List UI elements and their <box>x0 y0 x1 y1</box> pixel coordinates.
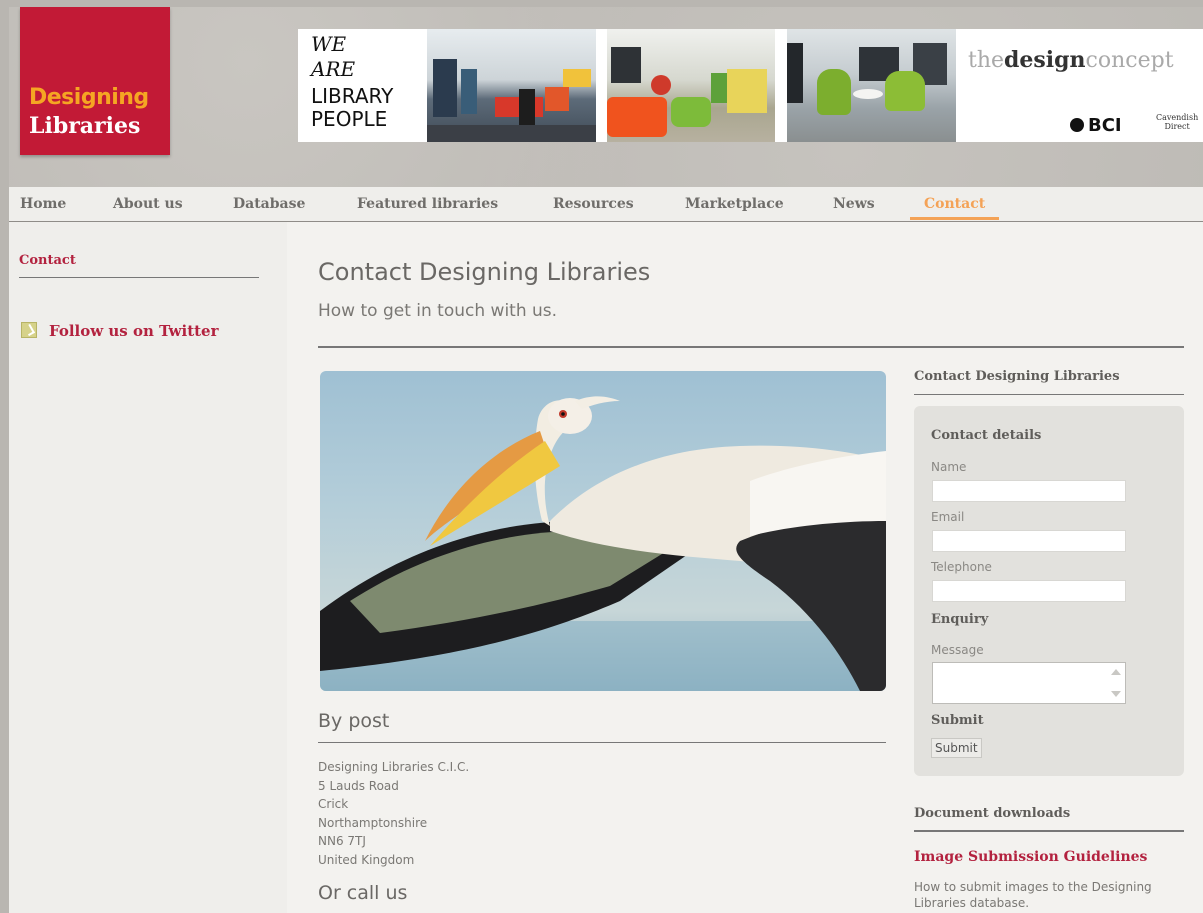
contact-panel-divider <box>914 394 1184 395</box>
logo-line2: Libraries <box>29 113 141 139</box>
address-line: Crick <box>318 797 349 811</box>
scroll-up-icon[interactable] <box>1111 669 1121 675</box>
page-subtitle: How to get in touch with us. <box>318 301 558 321</box>
telephone-input[interactable] <box>932 580 1126 602</box>
call-us-heading: Or call us <box>318 882 408 904</box>
address-line: Designing Libraries C.I.C. <box>318 760 470 774</box>
sidebar-item-contact[interactable]: Contact <box>19 253 76 268</box>
message-label: Message <box>931 643 984 657</box>
email-input[interactable] <box>932 530 1126 552</box>
sidebar-divider <box>19 277 259 278</box>
banner-text-are: ARE <box>311 57 356 81</box>
title-divider <box>318 346 1184 348</box>
banner-text-library: LIBRARY <box>311 84 394 108</box>
main-nav: Home About us Database Featured librarie… <box>9 187 1203 222</box>
message-textarea[interactable] <box>932 662 1126 704</box>
scroll-down-icon[interactable] <box>1111 691 1121 697</box>
document-downloads-title: Document downloads <box>914 806 1071 821</box>
library-photo-3 <box>787 29 956 142</box>
image-submission-description: How to submit images to the Designing Li… <box>914 880 1152 910</box>
pelican-illustration <box>320 396 886 691</box>
address-line: 5 Lauds Road <box>318 778 399 793</box>
contact-details-heading: Contact details <box>931 428 1042 443</box>
design-concept-logo: thedesignconcept <box>968 47 1174 73</box>
page-title: Contact Designing Libraries <box>318 258 651 286</box>
site-header: Designing Libraries WE ARE LIBRARY PEOPL… <box>9 7 1203 187</box>
nav-news[interactable]: News <box>833 196 875 212</box>
nav-database[interactable]: Database <box>233 196 305 212</box>
postal-address: Designing Libraries C.I.C. 5 Lauds Road … <box>318 758 469 869</box>
nav-resources[interactable]: Resources <box>553 196 634 212</box>
submit-heading: Submit <box>931 713 984 728</box>
bci-globe-icon <box>1070 118 1084 132</box>
twitter-icon <box>21 322 37 338</box>
pelican-image <box>320 371 886 691</box>
nav-about-us[interactable]: About us <box>113 196 183 212</box>
by-post-divider <box>318 742 886 743</box>
we-are-library-people: WE ARE LIBRARY PEOPLE <box>298 29 426 142</box>
page: Designing Libraries WE ARE LIBRARY PEOPL… <box>9 7 1203 913</box>
cavendish-logo: Cavendish Direct <box>1156 113 1199 131</box>
address-line: NN6 7TJ <box>318 834 366 848</box>
sponsor-banner: WE ARE LIBRARY PEOPLE thedesignconcept B… <box>298 29 1203 142</box>
name-input[interactable] <box>932 480 1126 502</box>
contact-panel-title: Contact Designing Libraries <box>914 369 1120 384</box>
email-label: Email <box>931 510 965 524</box>
address-line: United Kingdom <box>318 852 415 867</box>
address-line: Northamptonshire <box>318 815 428 830</box>
contact-form: Contact details Name Email Telephone Enq… <box>914 406 1184 776</box>
name-label: Name <box>931 460 967 474</box>
nav-home[interactable]: Home <box>20 196 66 212</box>
submit-button[interactable]: Submit <box>931 738 982 758</box>
nav-marketplace[interactable]: Marketplace <box>685 196 784 212</box>
library-photo-2 <box>607 29 775 142</box>
document-downloads-divider <box>914 830 1184 832</box>
enquiry-heading: Enquiry <box>931 612 989 627</box>
twitter-link[interactable]: Follow us on Twitter <box>21 322 219 340</box>
site-logo[interactable]: Designing Libraries <box>20 7 170 155</box>
image-submission-guidelines-link[interactable]: Image Submission Guidelines <box>914 849 1147 865</box>
left-sidebar: Contact Follow us on Twitter <box>9 222 287 913</box>
nav-featured-libraries[interactable]: Featured libraries <box>357 196 498 212</box>
main-content: Contact Designing Libraries How to get i… <box>287 222 1203 913</box>
telephone-label: Telephone <box>931 560 992 574</box>
banner-text-people: PEOPLE <box>311 107 388 131</box>
library-photo-1 <box>427 29 596 142</box>
nav-contact[interactable]: Contact <box>910 196 1000 220</box>
bci-logo: BCI <box>1070 115 1122 136</box>
banner-text-we: WE <box>311 32 347 56</box>
twitter-link-label: Follow us on Twitter <box>49 322 219 340</box>
by-post-heading: By post <box>318 710 390 732</box>
logo-line1: Designing <box>29 85 149 110</box>
